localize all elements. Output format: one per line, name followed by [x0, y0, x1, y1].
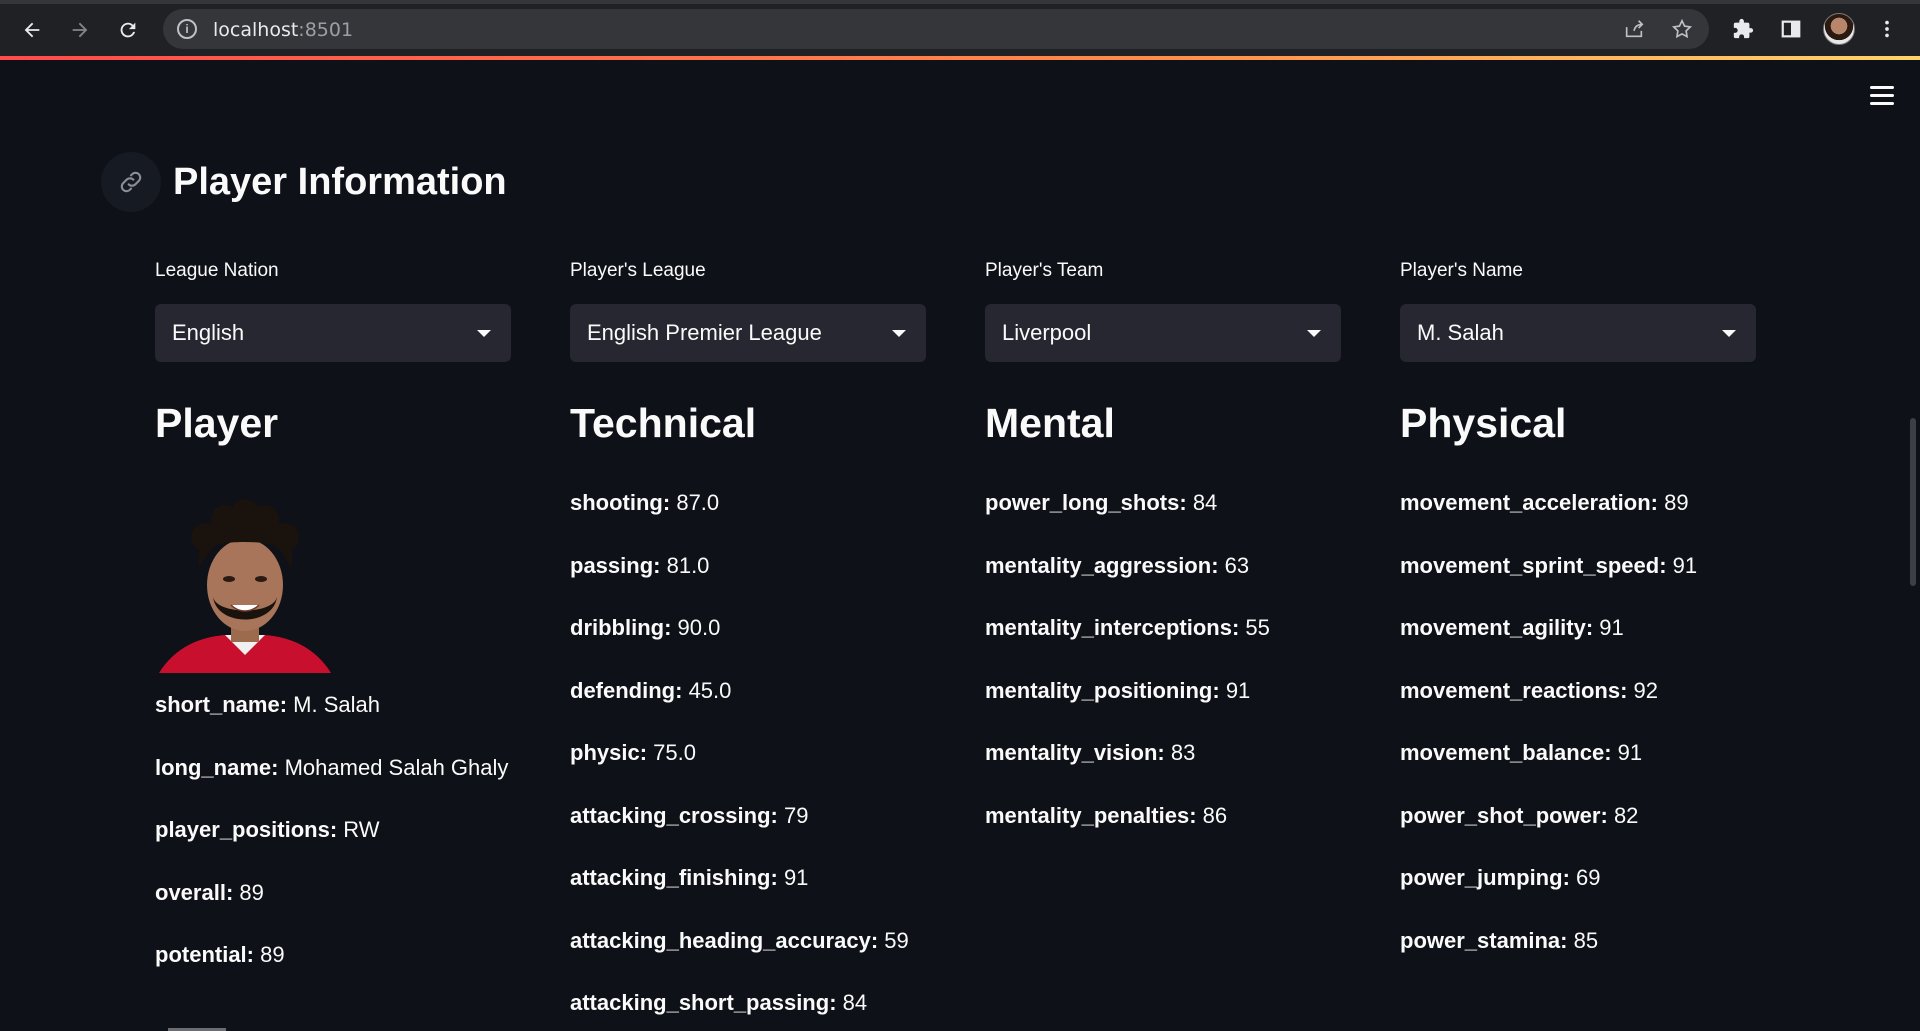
- link-icon[interactable]: [101, 152, 161, 212]
- player-photo: [155, 497, 335, 673]
- stat-movement-acceleration: movement_acceleration: 89: [1400, 490, 1689, 515]
- page-title: Player Information: [173, 160, 507, 203]
- stat-power-jumping: power_jumping: 69: [1400, 865, 1601, 890]
- chevron-down-icon: [892, 330, 906, 337]
- players-team-value: Liverpool: [1002, 320, 1092, 345]
- column-technical: Player's League English Premier League T…: [570, 260, 926, 1031]
- stat-mentality-penalties: mentality_penalties: 86: [985, 802, 1228, 828]
- stat-attacking-heading-accuracy: attacking_heading_accuracy: 59: [570, 927, 909, 953]
- technical-stat-list: shooting: 87.0 passing: 81.0 dribbling: …: [570, 491, 926, 1031]
- chevron-down-icon: [1722, 330, 1736, 337]
- stat-power-shot-power: power_shot_power: 82: [1400, 802, 1639, 828]
- section-heading-mental: Mental: [985, 400, 1115, 446]
- address-bar[interactable]: i localhost:8501: [163, 9, 1709, 49]
- info-icon[interactable]: i: [177, 19, 197, 39]
- players-league-value: English Premier League: [587, 320, 822, 345]
- stat-mentality-vision: mentality_vision: 83: [985, 740, 1196, 765]
- players-team-select[interactable]: Liverpool: [985, 304, 1341, 362]
- players-name-value: M. Salah: [1417, 320, 1504, 345]
- column-physical: Player's Name M. Salah Physical movement…: [1400, 260, 1756, 991]
- league-nation-label: League Nation: [155, 260, 279, 281]
- scrollbar-thumb[interactable]: [1910, 418, 1916, 586]
- forward-icon[interactable]: [62, 12, 98, 48]
- players-league-select[interactable]: English Premier League: [570, 304, 926, 362]
- stat-overall: overall: 89: [155, 879, 264, 905]
- stat-passing: passing: 81.0: [570, 552, 710, 578]
- more-vert-icon[interactable]: [1872, 14, 1902, 44]
- star-icon[interactable]: [1671, 18, 1693, 40]
- players-name-select[interactable]: M. Salah: [1400, 304, 1756, 362]
- mental-stat-list: power_long_shots: 84 mentality_aggressio…: [985, 491, 1341, 866]
- league-nation-value: English: [172, 320, 245, 345]
- stat-long-name: long_name: Mohamed Salah Ghaly: [155, 754, 509, 780]
- chevron-down-icon: [477, 330, 491, 337]
- tab-strip: [0, 0, 1920, 4]
- reload-icon[interactable]: [110, 12, 146, 48]
- stat-defending: defending: 45.0: [570, 677, 732, 703]
- back-icon[interactable]: [14, 12, 50, 48]
- stat-attacking-short-passing: attacking_short_passing: 84: [570, 990, 868, 1015]
- stat-movement-agility: movement_agility: 91: [1400, 615, 1624, 640]
- profile-avatar[interactable]: [1823, 13, 1855, 45]
- stat-movement-sprint-speed: movement_sprint_speed: 91: [1400, 552, 1698, 578]
- league-nation-select[interactable]: English: [155, 304, 511, 362]
- column-player: League Nation English Player short_name:…: [155, 260, 511, 1006]
- hamburger-icon[interactable]: [1870, 86, 1894, 106]
- stat-potential: potential: 89: [155, 942, 285, 967]
- page-header: Player Information: [101, 151, 507, 213]
- section-heading-technical: Technical: [570, 400, 757, 446]
- stat-dribbling: dribbling: 90.0: [570, 615, 721, 640]
- stat-physic: physic: 75.0: [570, 740, 696, 765]
- players-name-label: Player's Name: [1400, 260, 1523, 281]
- stat-power-long-shots: power_long_shots: 84: [985, 490, 1218, 515]
- stat-player-positions: player_positions: RW: [155, 817, 380, 842]
- stat-movement-reactions: movement_reactions: 92: [1400, 677, 1659, 703]
- stat-movement-balance: movement_balance: 91: [1400, 740, 1643, 765]
- players-team-label: Player's Team: [985, 260, 1104, 281]
- browser-toolbar: i localhost:8501: [0, 0, 1920, 56]
- share-icon[interactable]: [1623, 18, 1645, 40]
- url-text[interactable]: localhost:8501: [213, 19, 353, 41]
- player-stat-list: short_name: M. Salah long_name: Mohamed …: [155, 693, 511, 1006]
- stat-mentality-positioning: mentality_positioning: 91: [985, 677, 1251, 703]
- stat-power-stamina: power_stamina: 85: [1400, 927, 1599, 953]
- stat-shooting: shooting: 87.0: [570, 490, 720, 515]
- stat-short-name: short_name: M. Salah: [155, 692, 380, 717]
- extensions-icon[interactable]: [1728, 14, 1758, 44]
- column-mental: Player's Team Liverpool Mental power_lon…: [985, 260, 1341, 866]
- section-heading-player: Player: [155, 400, 279, 446]
- chevron-down-icon: [1307, 330, 1321, 337]
- section-heading-physical: Physical: [1400, 400, 1567, 446]
- players-league-label: Player's League: [570, 260, 706, 281]
- app-decoration-bar: [0, 56, 1920, 60]
- stat-mentality-interceptions: mentality_interceptions: 55: [985, 615, 1270, 640]
- side-panel-icon[interactable]: [1776, 14, 1806, 44]
- stat-mentality-aggression: mentality_aggression: 63: [985, 552, 1250, 578]
- stat-attacking-crossing: attacking_crossing: 79: [570, 802, 809, 828]
- physical-stat-list: movement_acceleration: 89 movement_sprin…: [1400, 491, 1756, 991]
- stat-attacking-finishing: attacking_finishing: 91: [570, 865, 809, 890]
